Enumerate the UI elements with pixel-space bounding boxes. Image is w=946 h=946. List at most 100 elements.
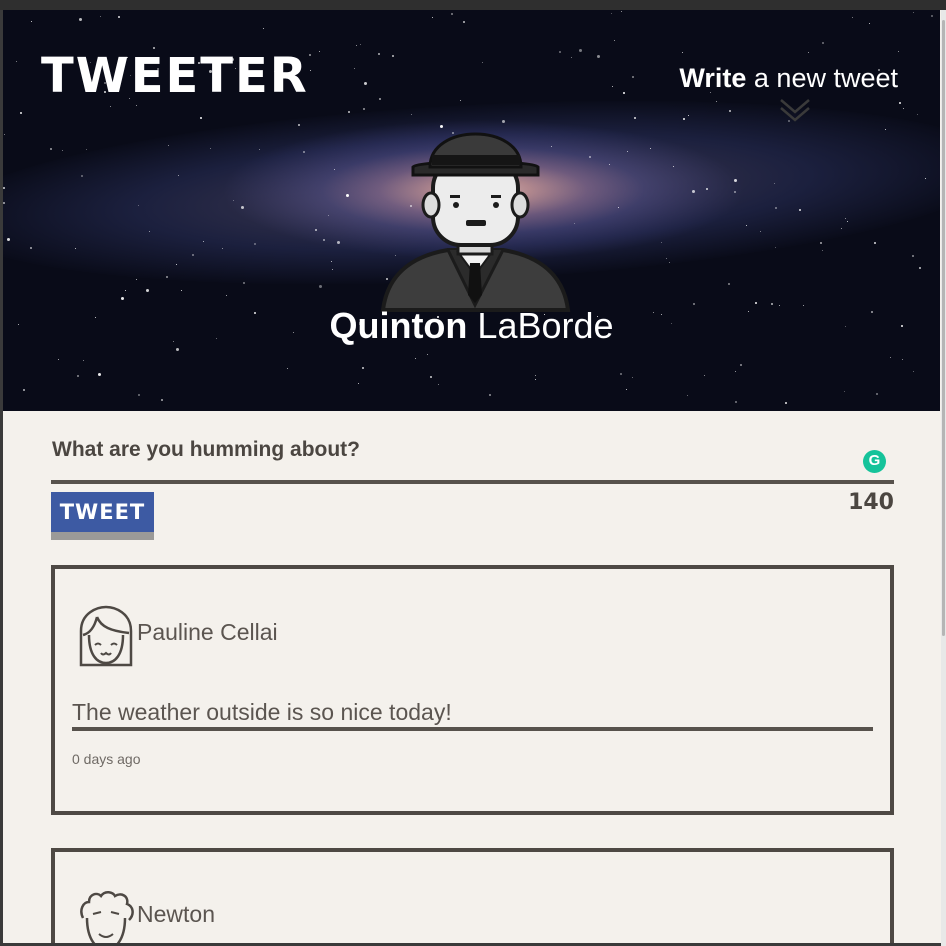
star <box>912 255 914 257</box>
star <box>337 241 340 244</box>
tweet-card: Newton <box>51 848 894 946</box>
star <box>323 239 325 241</box>
star <box>200 117 202 119</box>
star <box>356 45 357 46</box>
star <box>535 379 536 380</box>
star <box>125 290 126 291</box>
star <box>210 148 211 149</box>
tweet-submit-button[interactable]: TWEET <box>51 492 154 532</box>
star <box>334 169 335 170</box>
chevron-down-icon[interactable] <box>779 94 811 126</box>
star <box>571 57 572 58</box>
star <box>589 156 591 158</box>
star <box>222 248 223 249</box>
write-new-tweet-link[interactable]: Write a new tweet <box>679 63 898 94</box>
star <box>917 114 918 115</box>
star <box>16 61 17 62</box>
star <box>98 373 101 376</box>
star <box>77 375 79 377</box>
star <box>847 221 848 222</box>
star <box>760 231 761 232</box>
star <box>161 399 163 401</box>
star <box>735 371 736 372</box>
star <box>146 289 149 292</box>
star <box>319 51 320 52</box>
star <box>634 117 636 119</box>
star <box>58 359 59 360</box>
star <box>535 375 536 376</box>
star <box>621 11 622 12</box>
star <box>363 108 365 110</box>
scrollbar-thumb[interactable] <box>942 20 945 636</box>
star <box>618 207 619 208</box>
star <box>626 389 627 390</box>
star <box>176 264 177 265</box>
star <box>919 267 921 269</box>
profile-user-name: Quinton LaBorde <box>3 305 940 347</box>
star <box>597 55 600 58</box>
star <box>666 258 667 259</box>
grammarly-icon[interactable]: G <box>863 450 886 473</box>
star <box>799 209 801 211</box>
star <box>4 134 5 135</box>
star <box>332 269 333 270</box>
star <box>379 98 381 100</box>
star <box>673 166 674 167</box>
star <box>706 188 708 190</box>
star <box>885 129 886 130</box>
tweet-author-name: Pauline Cellai <box>137 619 278 645</box>
star <box>138 205 139 206</box>
character-counter: 140 <box>848 490 894 515</box>
star <box>241 206 244 209</box>
star <box>775 207 777 209</box>
star <box>415 358 416 359</box>
star <box>192 254 194 256</box>
star <box>903 108 904 109</box>
star <box>75 248 76 249</box>
star <box>845 218 846 219</box>
star <box>149 231 150 232</box>
star <box>328 215 329 216</box>
star <box>378 53 380 55</box>
star <box>226 295 227 296</box>
star <box>100 16 101 17</box>
star <box>746 225 747 226</box>
star <box>30 247 32 249</box>
star <box>110 106 111 107</box>
star <box>683 118 685 120</box>
star <box>632 377 633 378</box>
star <box>852 17 853 18</box>
star <box>168 145 169 146</box>
tweet-author-name: Newton <box>137 901 215 927</box>
star <box>734 179 737 182</box>
star <box>482 62 483 63</box>
star <box>79 18 82 21</box>
star <box>755 302 757 304</box>
star <box>716 101 717 102</box>
star <box>822 42 824 44</box>
star <box>734 191 736 193</box>
star <box>81 175 83 177</box>
star <box>178 175 179 176</box>
star <box>869 23 870 24</box>
star <box>254 243 256 245</box>
star <box>86 149 87 150</box>
star <box>609 164 610 165</box>
star <box>899 102 901 104</box>
curly-hair-avatar-icon <box>80 891 134 946</box>
star <box>3 187 5 189</box>
star <box>50 148 52 150</box>
compose-textarea[interactable]: What are you humming about? <box>52 438 360 462</box>
star <box>682 52 683 53</box>
app-logo[interactable]: TWEETER <box>41 48 309 104</box>
star <box>735 401 737 403</box>
star <box>203 241 204 242</box>
star <box>489 394 491 396</box>
star <box>298 124 300 126</box>
star <box>822 250 823 251</box>
star <box>233 200 234 201</box>
star <box>785 402 787 404</box>
star <box>820 242 822 244</box>
star <box>243 282 245 284</box>
star <box>808 52 809 53</box>
